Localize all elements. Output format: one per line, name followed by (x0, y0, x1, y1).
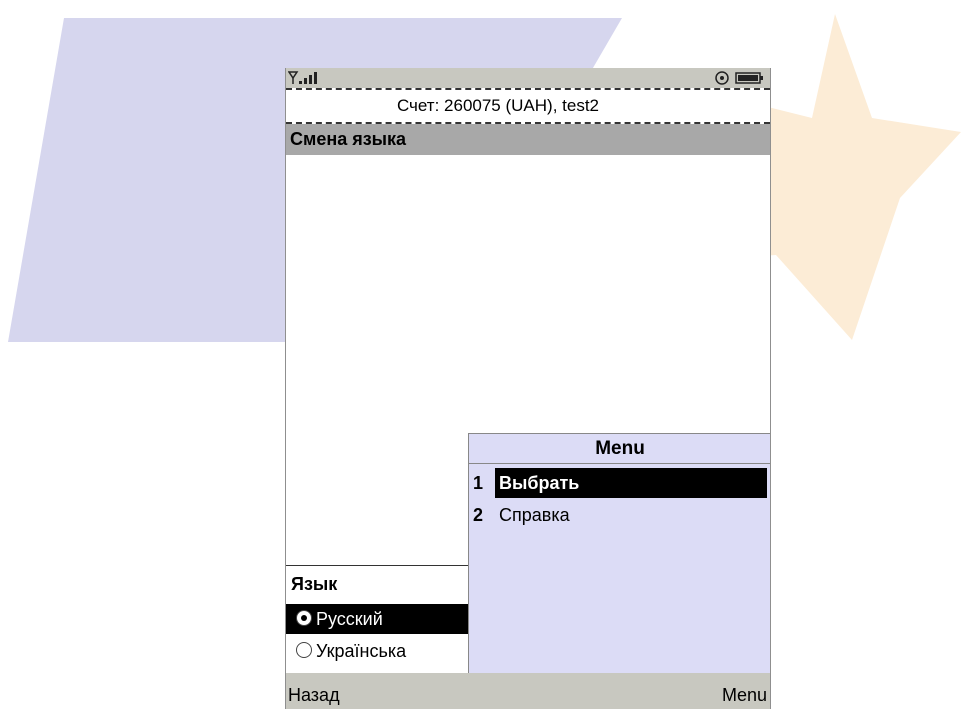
language-label: Язык (291, 574, 338, 594)
menu-item-number: 2 (473, 505, 484, 525)
menu-item-help[interactable]: 2 Справка (469, 500, 770, 530)
phone-screen: Счет: 260075 (UAH), test2 Смена языка Яз… (285, 68, 771, 709)
radio-selected-icon (296, 610, 312, 626)
page-title: Смена языка (286, 124, 770, 155)
softkey-bar: Назад Menu (286, 673, 770, 709)
back-softkey[interactable]: Назад (288, 685, 340, 706)
radio-option-label: Русский (316, 609, 383, 629)
menu-item-label: Выбрать (495, 468, 767, 498)
menu-item-label: Справка (499, 505, 570, 525)
account-text: Счет: 260075 (UAH), test2 (396, 96, 600, 115)
menu-title: Menu (469, 434, 770, 464)
menu-item-number: 1 (473, 473, 484, 493)
signal-strength-icon (288, 71, 317, 84)
menu-item-select[interactable]: 1 Выбрать (469, 468, 770, 498)
account-info: Счет: 260075 (UAH), test2 (286, 88, 770, 124)
language-choice-group: Язык Русский Українська (286, 565, 469, 674)
radio-option-russian[interactable]: Русский (286, 604, 468, 634)
status-bar (286, 68, 770, 88)
status-right-icons (715, 71, 763, 85)
radio-unselected-icon (296, 642, 312, 658)
options-menu: Menu 1 Выбрать 2 Справка (468, 433, 770, 673)
radio-option-label: Українська (316, 641, 407, 661)
menu-softkey[interactable]: Menu (722, 685, 767, 706)
radio-option-ukrainian[interactable]: Українська (286, 636, 468, 666)
